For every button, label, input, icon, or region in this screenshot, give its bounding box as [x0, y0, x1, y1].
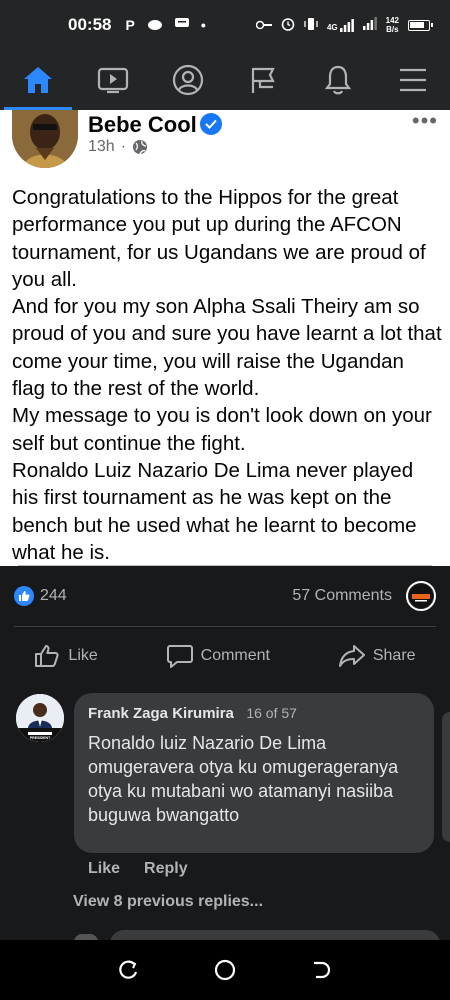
- status-right-icons: 4G 142 B/s: [255, 16, 433, 34]
- like-label: Like: [68, 647, 98, 664]
- meta-separator: ·: [120, 138, 127, 155]
- net-speed-unit: B/s: [386, 25, 399, 34]
- next-comment-peek: [442, 712, 450, 842]
- video-icon: [97, 67, 128, 94]
- battery-icon: [408, 19, 433, 31]
- post-paragraph: Ronaldo Luiz Nazario De Lima never playe…: [12, 458, 417, 564]
- comment-actions: Like Reply: [88, 860, 188, 878]
- post-text: Congratulations to the Hippos for the gr…: [12, 184, 442, 566]
- reactions-bar: 244 57 Comments: [0, 566, 450, 626]
- comment-index: 16 of 57: [246, 705, 297, 721]
- back-icon: [313, 961, 330, 979]
- signal-4g-icon: 4G: [326, 18, 354, 32]
- flag-icon: [251, 67, 275, 93]
- key-icon: [255, 18, 272, 33]
- home-icon: [23, 67, 52, 93]
- post-time[interactable]: 13h: [88, 138, 115, 156]
- back-button[interactable]: [302, 950, 342, 990]
- divider: [14, 626, 436, 627]
- like-button[interactable]: Like: [24, 644, 107, 668]
- status-time: 00:58: [68, 15, 112, 34]
- share-label: Share: [372, 647, 416, 664]
- author-avatar[interactable]: [12, 110, 78, 168]
- post-paragraph: My message to you is don't look down on …: [12, 404, 432, 455]
- reactor-avatar: [406, 581, 436, 611]
- vibrate-icon: [304, 17, 318, 34]
- more-options-icon[interactable]: •••: [412, 110, 438, 132]
- comment-like-button[interactable]: Like: [88, 860, 120, 878]
- parking-notification-icon: P: [125, 17, 135, 33]
- post-meta: 13h ·: [88, 138, 148, 156]
- alarm-icon: [281, 17, 295, 34]
- like-reaction-icon[interactable]: [14, 586, 34, 606]
- commenter-name[interactable]: Frank Zaga Kirumira: [88, 705, 234, 722]
- share-button[interactable]: Share: [329, 644, 426, 668]
- post-paragraph: And for you my son Alpha Ssali Theiry am…: [12, 295, 442, 401]
- home-button[interactable]: [205, 950, 245, 990]
- recents-button[interactable]: [108, 950, 148, 990]
- globe-icon: [133, 140, 148, 155]
- android-navigation-bar: [0, 940, 450, 1000]
- comment-text: Ronaldo luiz Nazario De Lima omugeravera…: [88, 733, 399, 825]
- comment-button[interactable]: Comment: [157, 644, 280, 668]
- message-notification-icon: [174, 17, 189, 33]
- net-speed-value: 142: [385, 16, 399, 25]
- nav-profile[interactable]: [158, 50, 218, 110]
- comment-count[interactable]: 57 Comments: [292, 587, 392, 605]
- comment-bubble[interactable]: Frank Zaga Kirumira 16 of 57 Ronaldo lui…: [74, 693, 434, 853]
- home-circle-icon: [214, 959, 236, 981]
- comment-header: Frank Zaga Kirumira 16 of 57: [88, 705, 420, 723]
- nav-pages[interactable]: [233, 50, 293, 110]
- nav-watch[interactable]: [83, 50, 143, 110]
- post-actions: Like Comment Share: [0, 628, 450, 684]
- hamburger-icon: [399, 68, 426, 92]
- nav-home[interactable]: [3, 50, 72, 110]
- battery-fill: [410, 21, 424, 28]
- facebook-post-screen: 00:58 P • 4G 142 B/s Bebe Cool 13h · •••…: [0, 0, 450, 1000]
- comment-label: Comment: [200, 647, 270, 664]
- nav-menu[interactable]: [383, 50, 443, 110]
- dot-icon: •: [200, 17, 206, 33]
- view-previous-replies-link[interactable]: View 8 previous replies...: [73, 893, 263, 911]
- nav-notifications[interactable]: [308, 50, 368, 110]
- net-speed: 142 B/s: [386, 16, 399, 34]
- author-name[interactable]: Bebe Cool: [88, 112, 197, 138]
- commenter-avatar[interactable]: PRESIDENT: [16, 694, 64, 742]
- share-icon: [338, 645, 365, 667]
- top-navigation: [0, 50, 450, 110]
- status-bar: 00:58 P • 4G 142 B/s: [0, 0, 450, 50]
- signal-icon: [362, 17, 377, 33]
- cloud-notification-icon: [147, 17, 163, 33]
- profile-icon: [172, 64, 203, 96]
- post-paragraph: Congratulations to the Hippos for the gr…: [12, 186, 426, 291]
- network-label: 4G: [326, 22, 338, 32]
- bell-icon: [324, 65, 351, 95]
- post-card: Bebe Cool 13h · ••• Congratulations to t…: [0, 110, 450, 566]
- recents-icon: [119, 960, 138, 979]
- like-count[interactable]: 244: [40, 587, 67, 605]
- comment-reply-button[interactable]: Reply: [144, 860, 188, 878]
- avatar-caption: PRESIDENT: [30, 736, 51, 740]
- verified-badge-icon: [200, 113, 222, 135]
- comment-icon: [166, 645, 193, 668]
- thumbs-up-icon: [35, 645, 59, 667]
